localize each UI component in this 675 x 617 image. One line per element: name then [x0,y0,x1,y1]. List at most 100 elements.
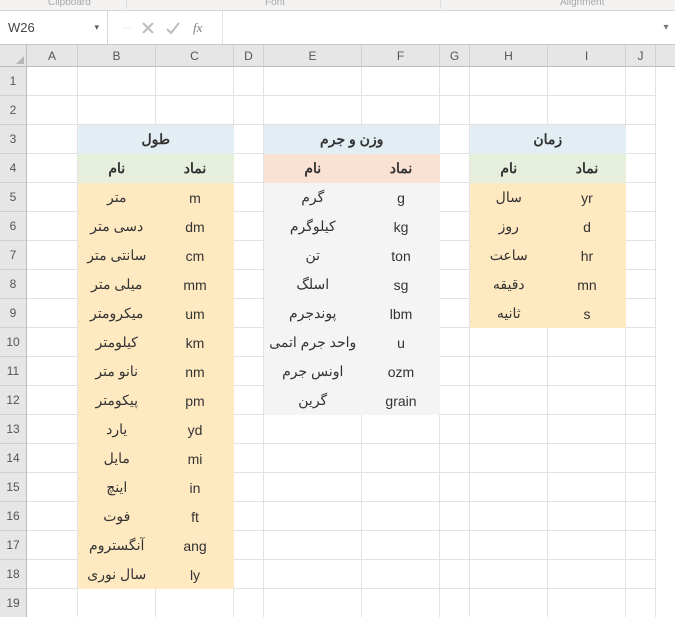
cell[interactable] [362,531,440,560]
cell[interactable] [626,125,656,154]
cell[interactable] [27,502,78,531]
column-header[interactable]: B [78,45,156,66]
cell[interactable] [440,299,470,328]
cell[interactable] [626,444,656,473]
cell[interactable] [626,299,656,328]
fx-icon[interactable]: fx [191,20,208,36]
cell[interactable] [626,96,656,125]
cell[interactable] [626,357,656,386]
cell[interactable] [440,502,470,531]
cell[interactable] [234,328,264,357]
cell[interactable] [234,560,264,589]
column-header[interactable]: H [470,45,548,66]
row-header[interactable]: 3 [0,125,26,154]
cell[interactable] [470,96,548,125]
cell[interactable] [156,96,234,125]
column-header[interactable]: D [234,45,264,66]
cell[interactable] [626,328,656,357]
cell[interactable] [27,241,78,270]
column-header[interactable]: C [156,45,234,66]
cell[interactable] [27,531,78,560]
cell[interactable] [548,328,626,357]
cell[interactable] [626,67,656,96]
cell[interactable] [548,96,626,125]
row-header[interactable]: 19 [0,589,26,617]
cell[interactable] [626,154,656,183]
cell[interactable] [27,415,78,444]
cell[interactable] [234,473,264,502]
cell[interactable] [362,444,440,473]
cell[interactable] [470,415,548,444]
row-header[interactable]: 14 [0,444,26,473]
cell[interactable] [234,299,264,328]
column-header[interactable]: A [27,45,78,66]
cell[interactable] [362,415,440,444]
cell[interactable] [626,589,656,617]
drag-handle-icon[interactable]: ⋮ [122,24,131,31]
cell[interactable] [362,502,440,531]
cell[interactable] [548,386,626,415]
cell[interactable] [470,502,548,531]
column-header[interactable]: F [362,45,440,66]
cell[interactable] [362,473,440,502]
expand-formula-button[interactable]: ▾ [657,11,675,44]
cell[interactable] [362,67,440,96]
cell[interactable] [470,328,548,357]
cell[interactable] [27,589,78,617]
row-header[interactable]: 10 [0,328,26,357]
cell[interactable] [548,531,626,560]
cell[interactable] [470,386,548,415]
cell[interactable] [362,589,440,617]
cell[interactable] [27,154,78,183]
cell[interactable] [264,473,362,502]
cell[interactable] [548,560,626,589]
cell[interactable] [27,125,78,154]
enter-icon[interactable] [165,21,181,35]
cell[interactable] [264,67,362,96]
row-header[interactable]: 6 [0,212,26,241]
cell[interactable] [626,531,656,560]
cell[interactable] [470,531,548,560]
formula-input[interactable] [223,11,657,44]
cell[interactable] [440,589,470,617]
cell[interactable] [27,357,78,386]
cell[interactable] [440,531,470,560]
cell[interactable] [27,299,78,328]
cell[interactable] [264,415,362,444]
cell[interactable] [234,531,264,560]
cell[interactable] [548,415,626,444]
cell[interactable] [362,560,440,589]
cell[interactable] [470,473,548,502]
row-header[interactable]: 5 [0,183,26,212]
cell[interactable] [440,444,470,473]
row-header[interactable]: 7 [0,241,26,270]
cell[interactable] [626,415,656,444]
cell[interactable] [234,357,264,386]
cell[interactable] [27,560,78,589]
row-header[interactable]: 8 [0,270,26,299]
column-header[interactable]: I [548,45,626,66]
cell[interactable] [440,386,470,415]
cell[interactable] [548,502,626,531]
cell[interactable] [78,96,156,125]
cell[interactable] [470,560,548,589]
cell[interactable] [440,415,470,444]
cell[interactable] [234,270,264,299]
cell[interactable] [27,183,78,212]
cell[interactable] [264,560,362,589]
row-header[interactable]: 1 [0,67,26,96]
cell[interactable] [440,560,470,589]
cell[interactable] [626,241,656,270]
cell[interactable] [27,270,78,299]
cell[interactable] [470,589,548,617]
cell[interactable] [626,473,656,502]
row-header[interactable]: 4 [0,154,26,183]
cell[interactable] [78,67,156,96]
cell[interactable] [626,502,656,531]
cell[interactable] [234,183,264,212]
cell[interactable] [626,560,656,589]
cell[interactable] [440,270,470,299]
row-header[interactable]: 15 [0,473,26,502]
cell[interactable] [440,357,470,386]
cell[interactable] [234,386,264,415]
